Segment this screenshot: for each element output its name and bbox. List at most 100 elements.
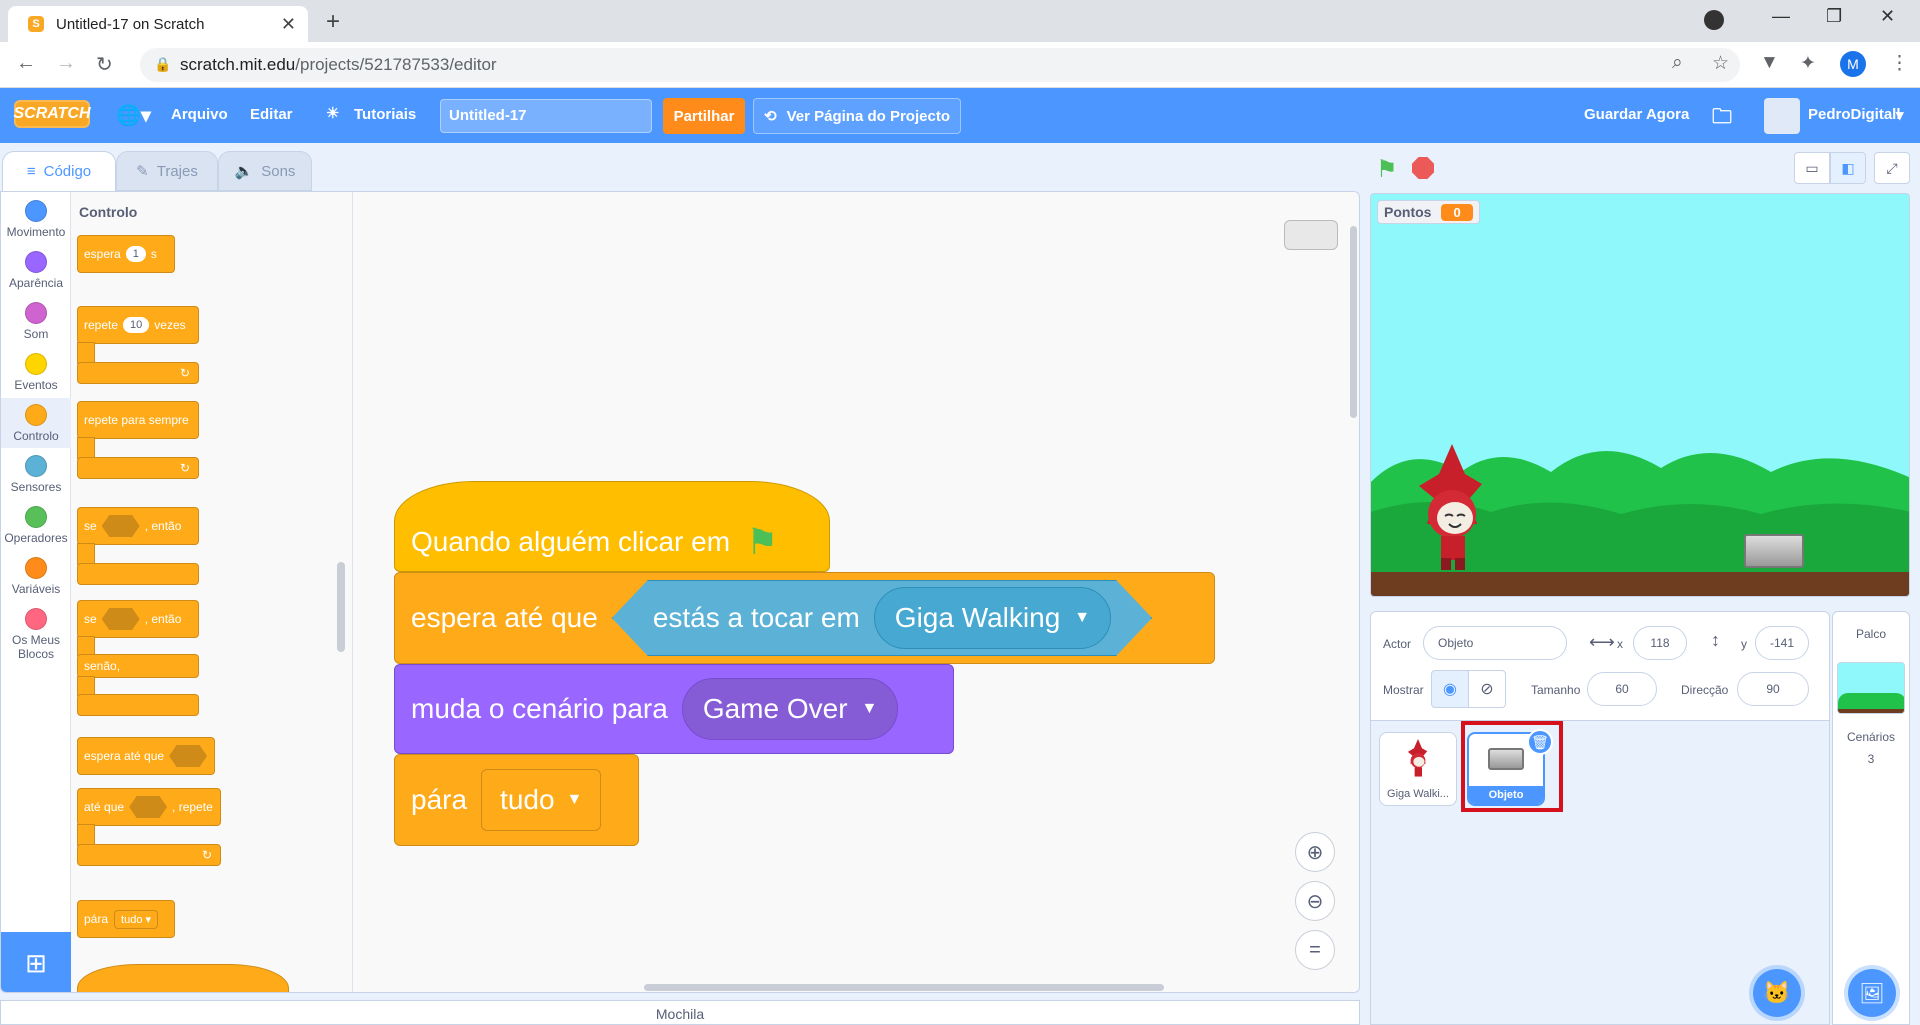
stop-button-icon[interactable] — [1412, 157, 1434, 179]
variables-dot-icon — [25, 557, 47, 579]
delete-sprite-trash-icon[interactable]: 🗑 — [1527, 729, 1553, 755]
category-control[interactable]: Controlo — [1, 398, 71, 448]
palette-if-block[interactable]: se , então — [77, 507, 199, 545]
object-sprite[interactable] — [1744, 534, 1804, 568]
show-visible-eye-icon[interactable]: ◉ — [1431, 670, 1469, 708]
scratch-logo[interactable]: SCRATCH — [13, 100, 91, 128]
tab-costumes[interactable]: ✎ Trajes — [116, 151, 218, 191]
category-motion[interactable]: Movimento — [1, 200, 71, 239]
my-stuff-folder-icon[interactable]: 🗀 — [1712, 102, 1732, 136]
browser-menu-icon[interactable]: ⋮ — [1890, 52, 1909, 75]
palette-stop-block[interactable]: pára tudo ▾ — [77, 900, 175, 938]
share-button[interactable]: Partilhar — [663, 98, 745, 134]
account-chevron-down-icon[interactable]: ▾ — [1896, 106, 1904, 124]
palette-next-hat-block[interactable] — [77, 964, 289, 992]
category-label: Sensores — [10, 480, 62, 494]
restore-icon[interactable]: ❐ — [1826, 6, 1842, 27]
stage[interactable]: Pontos 0 — [1370, 193, 1910, 597]
zoom-out-icon[interactable]: ⊖ — [1295, 881, 1335, 921]
stop-option-dropdown[interactable]: tudo ▼ — [481, 769, 602, 831]
category-looks[interactable]: Aparência — [1, 251, 71, 290]
reset-zoom-icon[interactable]: = — [1295, 930, 1335, 970]
see-project-page-button[interactable]: ⟲ Ver Página do Projecto — [753, 98, 961, 134]
minimize-icon[interactable]: — — [1772, 6, 1790, 27]
direction-input[interactable]: 90 — [1737, 672, 1809, 706]
bookmark-star-icon[interactable]: ☆ — [1712, 52, 1729, 75]
y-position-input[interactable]: -141 — [1755, 626, 1809, 660]
file-menu[interactable]: Arquivo — [171, 106, 228, 123]
choose-sprite-cat-icon[interactable]: 🐱 — [1753, 969, 1801, 1017]
workspace-vertical-scrollbar[interactable] — [1350, 226, 1357, 418]
sprite-name-input[interactable]: Objeto — [1423, 626, 1567, 660]
language-globe-icon[interactable]: 🌐▾ — [116, 103, 151, 128]
stop-option-dropdown[interactable]: tudo ▾ — [114, 909, 159, 929]
category-variables[interactable]: Variáveis — [1, 557, 71, 596]
c-block-arm — [77, 543, 95, 565]
extensions-icon[interactable]: ✦ — [1800, 52, 1816, 75]
edit-menu[interactable]: Editar — [250, 106, 293, 123]
browser-profile-avatar[interactable]: M — [1840, 51, 1866, 77]
stage-backdrop-panel[interactable]: Palco Cenários 3 — [1832, 611, 1910, 1025]
choose-backdrop-icon[interactable]: 🖼 — [1848, 969, 1896, 1017]
switch-backdrop-block[interactable]: muda o cenário para Game Over ▼ — [394, 664, 954, 754]
zoom-icon[interactable]: ⌕ — [1672, 52, 1683, 74]
tutorials-menu[interactable]: Tutoriais — [354, 106, 416, 123]
category-label: Movimento — [6, 225, 66, 239]
category-operators[interactable]: Operadores — [1, 506, 71, 545]
tab-sounds[interactable]: 🔈 Sons — [218, 151, 312, 191]
add-extension-button[interactable]: ⊞ — [1, 932, 71, 992]
touching-sensor-block[interactable]: estás a tocar em Giga Walking ▼ — [612, 580, 1152, 656]
workspace-horizontal-scrollbar[interactable] — [644, 984, 1164, 991]
tab-code-label: Código — [43, 163, 92, 180]
size-input[interactable]: 60 — [1587, 672, 1657, 706]
category-sensing[interactable]: Sensores — [1, 455, 71, 494]
palette-if-else-block[interactable]: se , então — [77, 600, 199, 638]
project-title-input[interactable]: Untitled-17 — [440, 99, 652, 133]
reload-icon[interactable]: ↻ — [96, 52, 113, 77]
category-events[interactable]: Eventos — [1, 353, 71, 392]
palette-repeat-block[interactable]: repete 10 vezes — [77, 306, 199, 344]
window-close-icon[interactable]: ✕ — [1880, 6, 1895, 27]
hide-eye-slash-icon[interactable]: ⊘ — [1468, 670, 1506, 708]
score-monitor[interactable]: Pontos 0 — [1377, 200, 1480, 224]
back-icon[interactable]: ← — [16, 52, 36, 75]
palette-wait-until-block[interactable]: espera até que — [77, 737, 215, 775]
category-sound[interactable]: Som — [1, 302, 71, 341]
new-tab-icon[interactable]: + — [326, 8, 340, 36]
palette-forever-block[interactable]: repete para sempre — [77, 401, 199, 439]
dropdown-value: Game Over — [702, 693, 848, 724]
backpack-bar[interactable]: Mochila — [0, 1000, 1360, 1025]
zoom-in-icon[interactable]: ⊕ — [1295, 832, 1335, 872]
small-stage-icon[interactable]: ▭ — [1794, 152, 1830, 184]
stop-all-block[interactable]: pára tudo ▼ — [394, 754, 639, 846]
normal-stage-icon[interactable]: ◧ — [1830, 152, 1866, 184]
x-position-input[interactable]: 118 — [1633, 626, 1687, 660]
user-avatar[interactable] — [1764, 98, 1800, 134]
forward-icon[interactable]: → — [56, 52, 76, 75]
category-my-blocks[interactable]: Os Meus Blocos — [1, 608, 71, 661]
palette-scrollbar[interactable] — [337, 562, 345, 652]
backdrop-dropdown[interactable]: Game Over ▼ — [681, 678, 899, 740]
username-menu[interactable]: PedroDigitall — [1808, 106, 1901, 123]
url-input[interactable]: 🔒 scratch.mit.edu/projects/521787533/edi… — [140, 48, 1740, 82]
dropdown-caret-icon: ▼ — [1074, 609, 1091, 626]
save-now-button[interactable]: Guardar Agora — [1584, 106, 1689, 123]
wait-until-block[interactable]: espera até que estás a tocar em Giga Wal… — [394, 572, 1215, 664]
block-text: espera até que — [84, 749, 165, 763]
when-flag-clicked-block[interactable]: Quando alguém clicar em ⚑ — [394, 481, 830, 572]
touching-target-dropdown[interactable]: Giga Walking ▼ — [874, 587, 1111, 649]
green-flag-button-icon[interactable]: ⚑ — [1376, 155, 1398, 184]
wait-seconds-input[interactable]: 1 — [125, 246, 146, 262]
palette-wait-block[interactable]: espera 1 s — [77, 235, 175, 273]
tab-code[interactable]: ≡ Código — [2, 151, 116, 191]
block-text: repete para sempre — [84, 413, 189, 427]
fullscreen-icon[interactable]: ⤢ — [1874, 152, 1910, 184]
palette-repeat-until-block[interactable]: até que , repete — [77, 788, 221, 826]
browser-tab[interactable]: S Untitled-17 on Scratch ✕ — [8, 6, 308, 42]
tab-search-icon[interactable] — [1704, 10, 1724, 30]
close-tab-icon[interactable]: ✕ — [281, 14, 296, 35]
sprite-card-giga-walking[interactable]: Giga Walki... — [1379, 732, 1457, 806]
extension-filter-icon[interactable]: ▼ — [1760, 52, 1779, 74]
repeat-count-input[interactable]: 10 — [123, 317, 150, 333]
giga-walking-sprite[interactable] — [1407, 444, 1497, 574]
